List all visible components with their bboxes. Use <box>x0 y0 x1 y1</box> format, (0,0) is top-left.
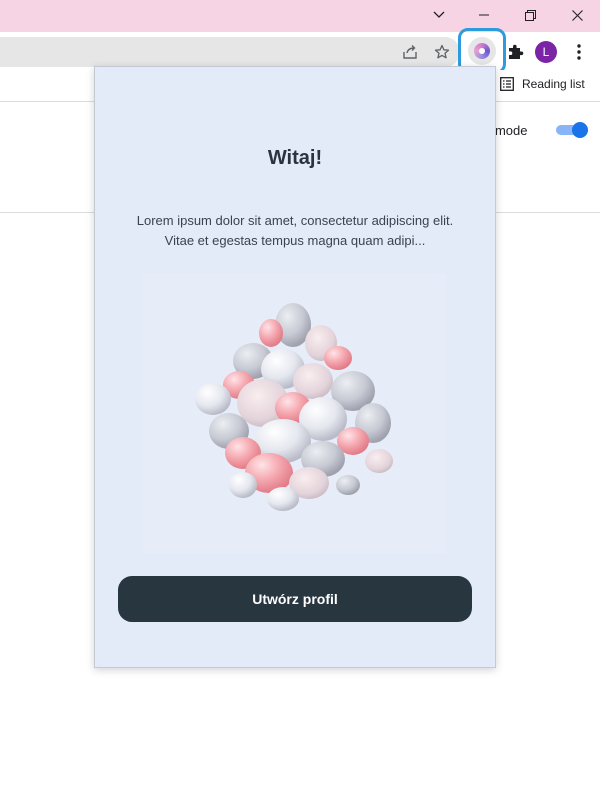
mode-toggle[interactable] <box>556 122 588 138</box>
tab-search-button[interactable] <box>416 0 462 30</box>
minimize-icon <box>479 14 489 16</box>
restore-icon <box>524 9 536 21</box>
share-icon <box>403 45 417 59</box>
blob-illustration <box>143 273 446 553</box>
reading-list-icon <box>500 77 514 91</box>
minimize-button[interactable] <box>461 0 507 30</box>
reading-list-button[interactable]: Reading list <box>500 77 585 91</box>
popup-title: Witaj! <box>267 147 323 169</box>
close-icon <box>571 9 583 21</box>
profile-avatar[interactable]: L <box>535 41 557 63</box>
address-bar[interactable] <box>0 37 460 67</box>
extension-popup: Witaj! Lorem ipsum dolor sit amet, conse… <box>94 66 496 668</box>
browser-menu-button[interactable] <box>566 39 592 65</box>
puzzle-icon <box>509 44 524 59</box>
create-profile-button[interactable]: Utwórz profil <box>118 576 472 622</box>
extension-button[interactable] <box>468 37 496 65</box>
kebab-menu-icon <box>577 44 581 60</box>
share-button[interactable] <box>397 39 423 65</box>
toggle-knob <box>572 122 588 138</box>
title-bar <box>0 0 600 32</box>
browser-toolbar <box>0 32 600 70</box>
reading-list-label: Reading list <box>522 77 585 91</box>
chevron-down-icon <box>433 11 445 18</box>
popup-description: Lorem ipsum dolor sit amet, consectetur … <box>136 213 454 248</box>
close-button[interactable] <box>554 0 600 30</box>
star-icon <box>434 44 450 59</box>
blob-cluster <box>195 303 393 511</box>
bookmark-star-button[interactable] <box>429 39 455 65</box>
restore-button[interactable] <box>507 0 553 30</box>
extension-logo-icon <box>474 43 490 59</box>
